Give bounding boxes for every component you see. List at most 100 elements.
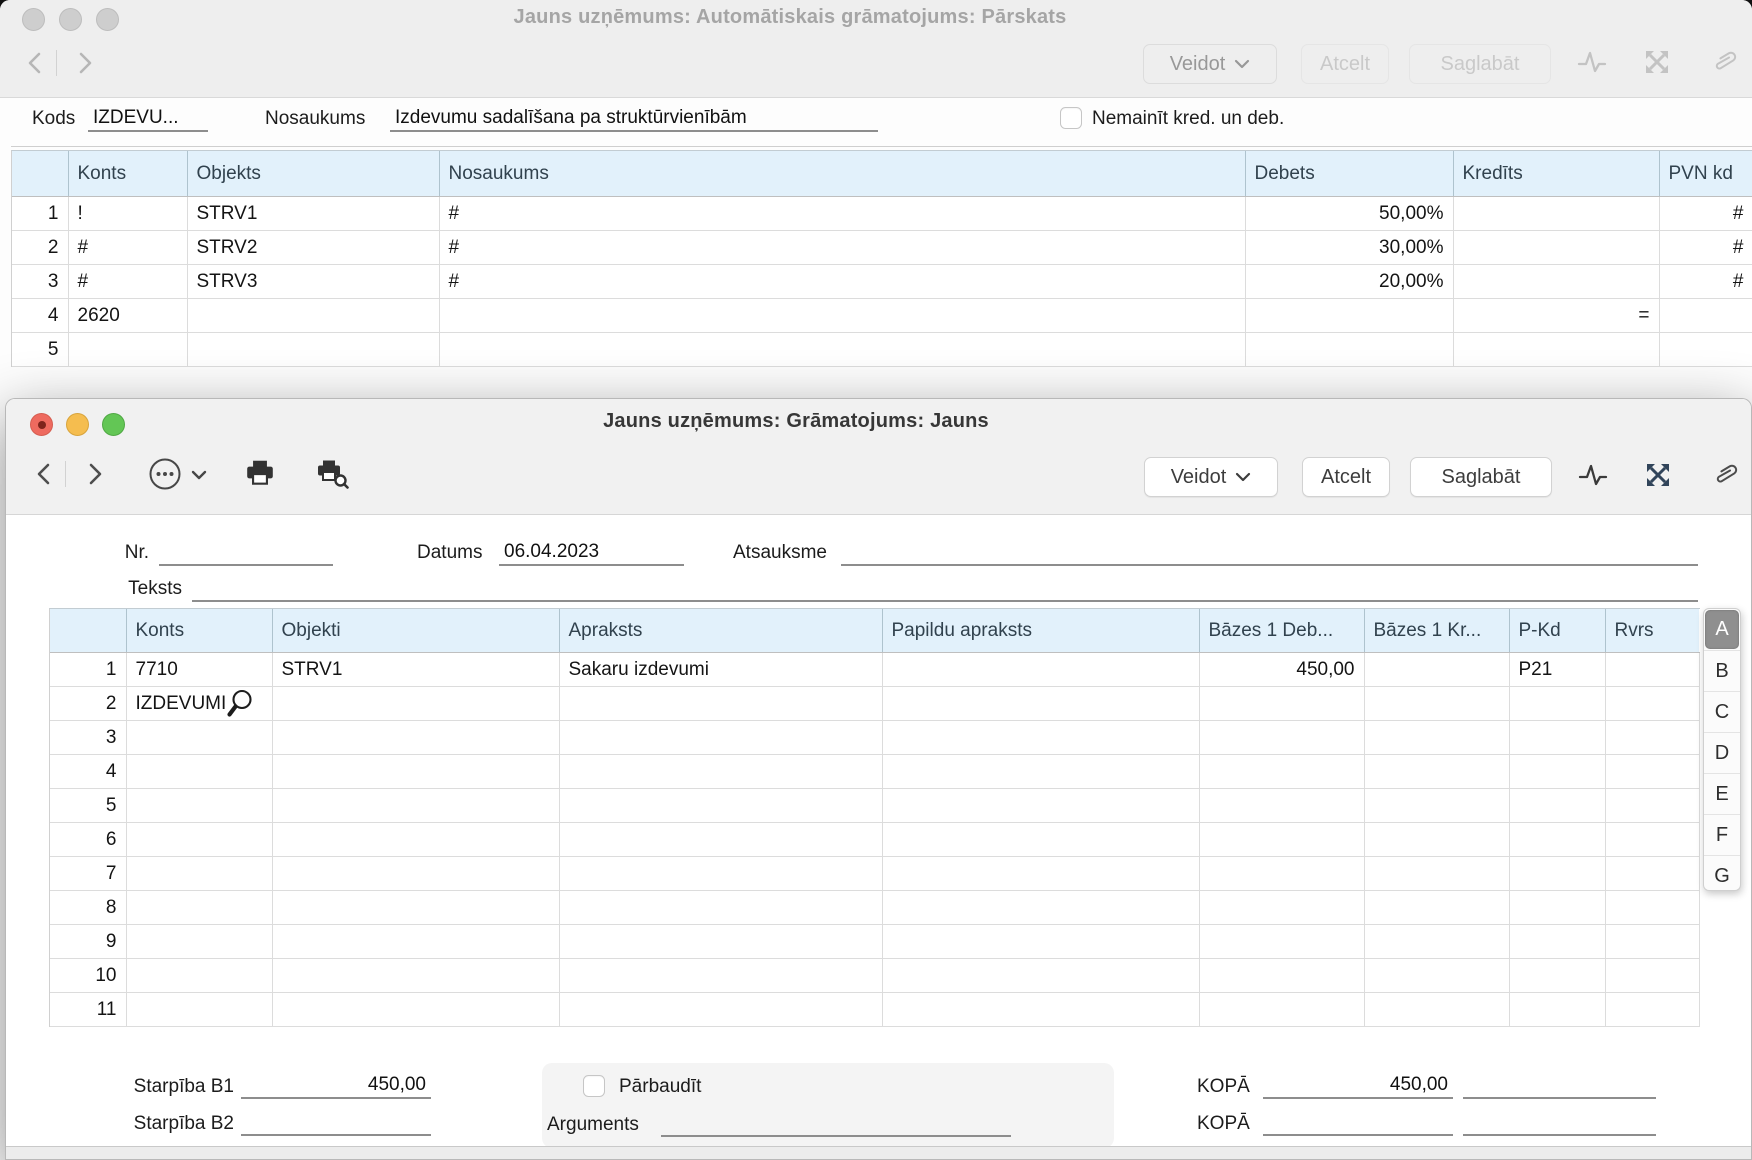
chevron-down-icon[interactable] [190, 469, 208, 481]
cell-debets[interactable] [1245, 333, 1453, 367]
activity-icon[interactable] [1578, 461, 1608, 489]
cell-papildu-apraksts[interactable] [882, 891, 1199, 925]
cell-bazes-1-deb[interactable] [1199, 891, 1364, 925]
cell-p-kd[interactable] [1509, 755, 1605, 789]
cell-objekti[interactable] [272, 857, 559, 891]
cell-kredits[interactable] [1453, 333, 1659, 367]
cell-nosaukums[interactable] [439, 333, 1245, 367]
cell-objekts[interactable]: STRV3 [187, 265, 439, 299]
expand-icon[interactable] [1643, 460, 1673, 490]
cell-rvrs[interactable] [1605, 653, 1699, 687]
cell-konts[interactable] [126, 925, 272, 959]
cell-p-kd[interactable] [1509, 687, 1605, 721]
cell-objekti[interactable]: STRV1 [272, 653, 559, 687]
atcelt-button[interactable]: Atcelt [1302, 457, 1390, 497]
cell-p-kd[interactable] [1509, 721, 1605, 755]
cell-kredits[interactable] [1453, 265, 1659, 299]
cell-bazes-1-kr[interactable] [1364, 959, 1509, 993]
cell-bazes-1-deb[interactable]: 450,00 [1199, 653, 1364, 687]
cell-bazes-1-deb[interactable] [1199, 789, 1364, 823]
tab-g[interactable]: G [1704, 855, 1740, 891]
cell-objekti[interactable] [272, 721, 559, 755]
cell-konts[interactable] [126, 891, 272, 925]
cell-debets[interactable] [1245, 299, 1453, 333]
cell-rvrs[interactable] [1605, 687, 1699, 721]
tab-b[interactable]: B [1704, 650, 1740, 691]
cell-p-kd[interactable] [1509, 925, 1605, 959]
cell-bazes-1-kr[interactable] [1364, 993, 1509, 1027]
kods-field[interactable]: IZDEVU... [88, 104, 208, 132]
cell-bazes-1-deb[interactable] [1199, 823, 1364, 857]
cell-konts[interactable]: # [68, 231, 187, 265]
paperclip-icon[interactable] [1706, 43, 1744, 81]
print-preview-icon[interactable] [314, 459, 350, 489]
cell-p-kd[interactable] [1509, 857, 1605, 891]
cell-apraksts[interactable] [559, 857, 882, 891]
cell-bazes-1-kr[interactable] [1364, 891, 1509, 925]
cell-bazes-1-kr[interactable] [1364, 789, 1509, 823]
cell-objekti[interactable] [272, 993, 559, 1027]
activity-icon[interactable] [1577, 48, 1607, 76]
cell-rvrs[interactable] [1605, 891, 1699, 925]
cell-konts[interactable]: 2620 [68, 299, 187, 333]
cell-objekti[interactable] [272, 959, 559, 993]
cell-papildu-apraksts[interactable] [882, 789, 1199, 823]
cell-apraksts[interactable] [559, 925, 882, 959]
cell-apraksts[interactable] [559, 959, 882, 993]
cell-bazes-1-kr[interactable] [1364, 653, 1509, 687]
cell-pvn-kd[interactable]: # [1659, 197, 1752, 231]
cell-objekts[interactable]: STRV1 [187, 197, 439, 231]
cell-bazes-1-deb[interactable] [1199, 721, 1364, 755]
cell-papildu-apraksts[interactable] [882, 925, 1199, 959]
cell-bazes-1-deb[interactable] [1199, 687, 1364, 721]
cell-rvrs[interactable] [1605, 925, 1699, 959]
cell-papildu-apraksts[interactable] [882, 687, 1199, 721]
nr-field[interactable] [159, 538, 333, 566]
cell-bazes-1-deb[interactable] [1199, 857, 1364, 891]
cell-konts[interactable]: # [68, 265, 187, 299]
cell-papildu-apraksts[interactable] [882, 721, 1199, 755]
cell-konts[interactable] [126, 857, 272, 891]
cell-bazes-1-deb[interactable] [1199, 755, 1364, 789]
cell-konts[interactable]: ! [68, 197, 187, 231]
cell-pvn-kd[interactable] [1659, 333, 1752, 367]
cell-p-kd[interactable] [1509, 959, 1605, 993]
cell-papildu-apraksts[interactable] [882, 959, 1199, 993]
cell-papildu-apraksts[interactable] [882, 993, 1199, 1027]
cell-objekti[interactable] [272, 789, 559, 823]
cell-debets[interactable]: 20,00% [1245, 265, 1453, 299]
cell-apraksts[interactable] [559, 755, 882, 789]
nemainit-checkbox[interactable] [1060, 107, 1082, 129]
print-icon[interactable] [244, 459, 276, 487]
cell-bazes-1-kr[interactable] [1364, 755, 1509, 789]
cell-bazes-1-kr[interactable] [1364, 925, 1509, 959]
cell-apraksts[interactable] [559, 993, 882, 1027]
cell-objekti[interactable] [272, 755, 559, 789]
cell-p-kd[interactable] [1509, 823, 1605, 857]
cell-kredits[interactable]: = [1453, 299, 1659, 333]
nosaukums-field[interactable]: Izdevumu sadalīšana pa struktūrvienībām [390, 104, 878, 132]
cell-konts[interactable] [68, 333, 187, 367]
cell-objekti[interactable] [272, 925, 559, 959]
veidot-button[interactable]: Veidot [1144, 457, 1278, 497]
cell-konts[interactable] [126, 755, 272, 789]
atsauksme-field[interactable] [841, 538, 1698, 566]
veidot-button[interactable]: Veidot [1143, 44, 1277, 84]
arguments-field[interactable] [661, 1109, 1011, 1137]
cell-p-kd[interactable] [1509, 789, 1605, 823]
forward-arrow-icon[interactable] [82, 460, 106, 488]
cell-objekti[interactable] [272, 891, 559, 925]
cell-konts[interactable] [126, 993, 272, 1027]
cell-nosaukums[interactable]: # [439, 197, 1245, 231]
teksts-field[interactable] [192, 574, 1698, 602]
tab-a[interactable]: A [1705, 610, 1739, 649]
cell-rvrs[interactable] [1605, 823, 1699, 857]
expand-icon[interactable] [1642, 47, 1672, 77]
cell-bazes-1-deb[interactable] [1199, 925, 1364, 959]
back-arrow-icon[interactable] [33, 460, 57, 488]
more-options-icon[interactable] [148, 457, 182, 491]
cell-konts[interactable] [126, 959, 272, 993]
cell-apraksts[interactable] [559, 891, 882, 925]
cell-rvrs[interactable] [1605, 959, 1699, 993]
cell-bazes-1-deb[interactable] [1199, 993, 1364, 1027]
